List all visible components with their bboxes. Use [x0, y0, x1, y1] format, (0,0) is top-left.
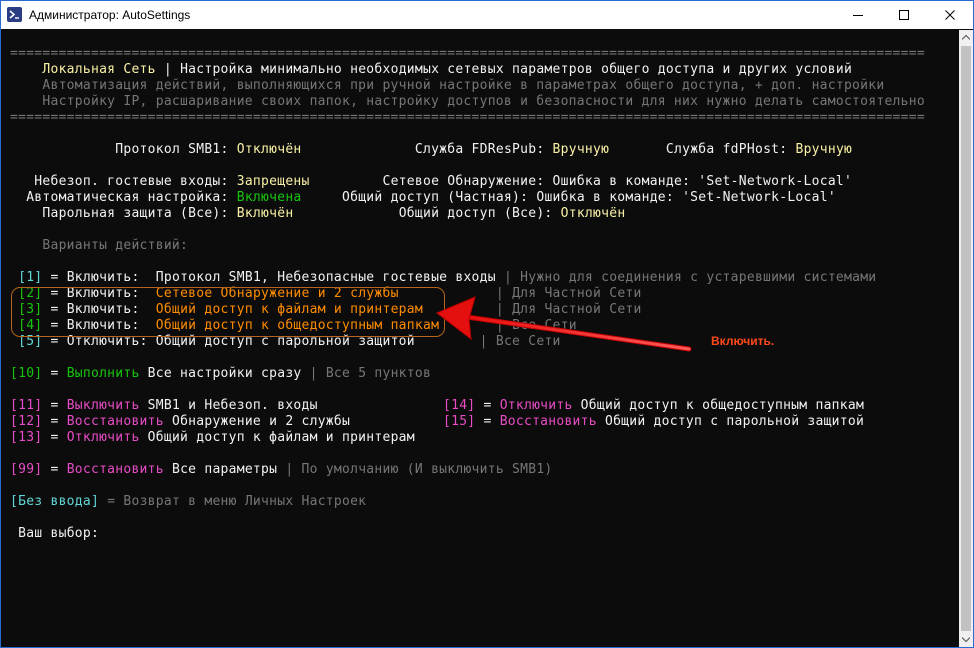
- annotation-label: Включить.: [711, 334, 775, 348]
- console-window: Администратор: AutoSettings ============…: [0, 0, 974, 648]
- red-arrow-icon: [436, 296, 692, 352]
